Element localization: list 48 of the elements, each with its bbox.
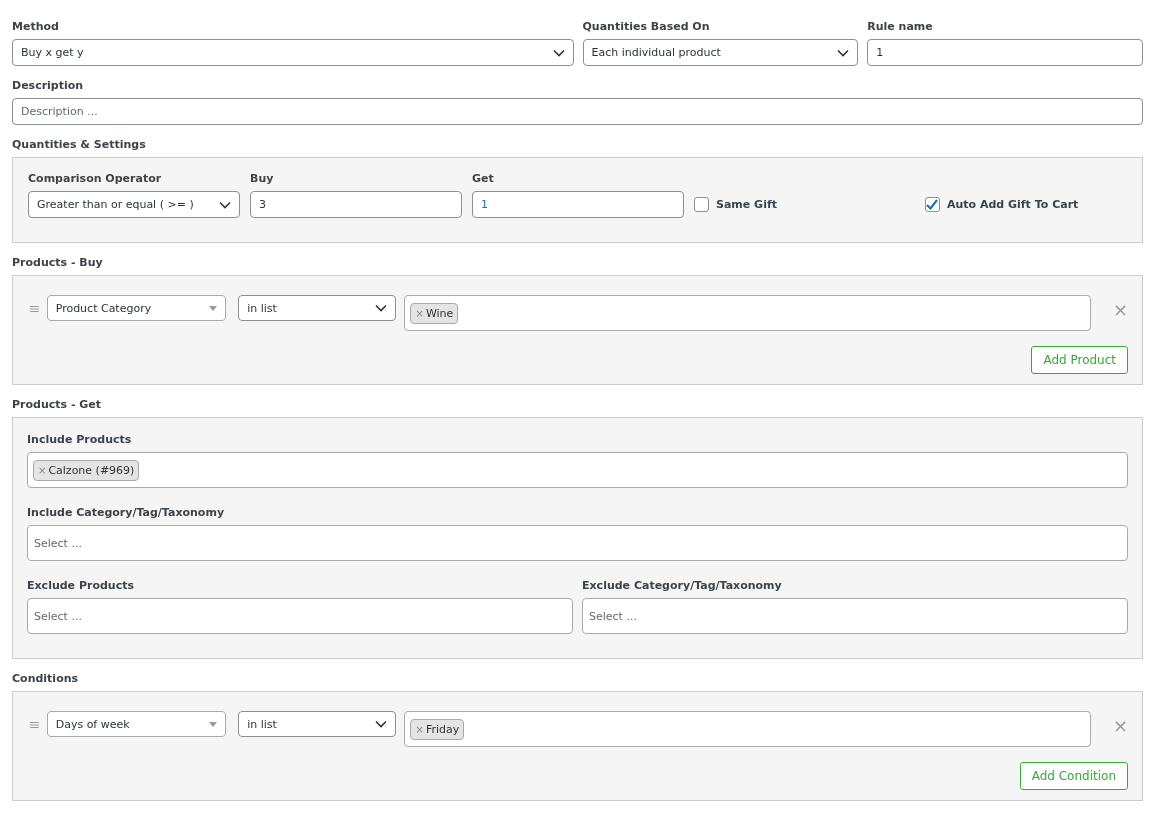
caret-down-icon <box>209 305 218 311</box>
text-input[interactable]: Description ... <box>12 98 1143 125</box>
field-label: Buy <box>250 172 275 185</box>
field-label: Exclude Products <box>27 579 135 592</box>
text-input[interactable]: 1 <box>472 191 684 218</box>
dropdown[interactable]: Greater than or equal ( >= ) <box>28 191 240 218</box>
dropdown[interactable]: Each individual product <box>582 39 859 66</box>
select-field[interactable]: Select ... <box>27 525 1128 561</box>
checkbox[interactable] <box>924 197 940 212</box>
tag-chip[interactable]: × Friday <box>410 718 465 740</box>
chevron-down-icon <box>219 200 231 209</box>
field-label: Description <box>12 79 85 92</box>
tag-chip[interactable]: × Wine <box>410 302 459 324</box>
section-title: Products - Get <box>12 398 103 411</box>
multi-select-field[interactable]: × Wine <box>404 295 1091 331</box>
checkbox[interactable] <box>694 197 709 212</box>
drag-handle-icon[interactable] <box>30 720 39 730</box>
text-input[interactable]: 1 <box>867 39 1143 66</box>
field-label: Include Category/Tag/Taxonomy <box>27 506 226 519</box>
checkbox-label: Same Gift <box>716 198 777 211</box>
text-input[interactable]: 3 <box>250 191 462 218</box>
field-label: Rule name <box>867 20 934 33</box>
field-label: Comparison Operator <box>28 172 163 185</box>
checkbox-label: Auto Add Gift To Cart <box>946 198 1079 211</box>
field-label: Quantities Based On <box>582 20 711 33</box>
dropdown[interactable]: Product Category <box>46 295 227 321</box>
select-field[interactable]: Select ... <box>27 598 573 634</box>
select-field[interactable]: Select ... <box>582 598 1128 634</box>
tag-chip[interactable]: × Calzone (#969) <box>33 459 140 481</box>
drag-handle-icon[interactable] <box>30 304 39 314</box>
chevron-down-icon <box>375 304 388 312</box>
chevron-down-icon <box>375 720 388 728</box>
chevron-down-icon <box>837 48 850 57</box>
dropdown[interactable]: in list <box>238 295 397 321</box>
field-label: Exclude Category/Tag/Taxonomy <box>582 579 783 592</box>
multi-select-field[interactable]: × Friday <box>404 711 1091 747</box>
dropdown[interactable]: in list <box>238 711 397 737</box>
multi-select-field[interactable]: × Calzone (#969) <box>27 452 1128 488</box>
field-label: Method <box>12 20 60 33</box>
chevron-down-icon <box>552 48 565 57</box>
section-title: Quantities & Settings <box>12 138 147 151</box>
section-title: Conditions <box>12 672 80 685</box>
section-title: Products - Buy <box>12 256 104 269</box>
field-label: Include Products <box>27 433 133 446</box>
dropdown[interactable]: Days of week <box>46 711 227 737</box>
dropdown[interactable]: Buy x get y <box>12 39 574 66</box>
field-label: Get <box>472 172 495 185</box>
caret-down-icon <box>209 721 218 727</box>
